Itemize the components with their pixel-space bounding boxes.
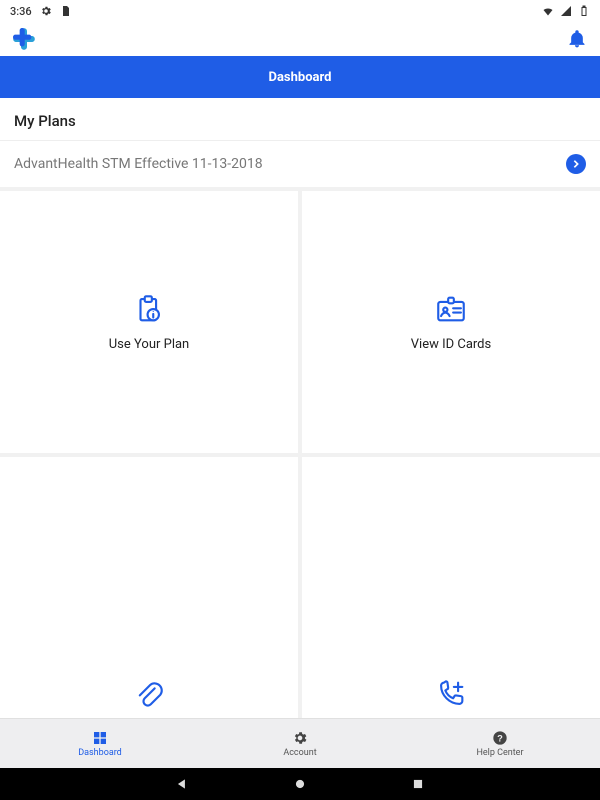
- attachments-card[interactable]: [0, 457, 298, 719]
- status-right: [542, 5, 590, 17]
- cell-signal-icon: [560, 5, 572, 17]
- chevron-right-icon: [571, 159, 581, 169]
- use-your-plan-card[interactable]: Use Your Plan: [0, 191, 298, 453]
- recents-button[interactable]: [409, 775, 427, 793]
- home-button[interactable]: [291, 775, 309, 793]
- clipboard-info-icon: [131, 291, 167, 327]
- card-label: Use Your Plan: [109, 337, 189, 352]
- phone-plus-icon: [433, 676, 469, 712]
- page-title-banner: Dashboard: [0, 56, 600, 98]
- square-recents-icon: [411, 777, 425, 791]
- page-title: Dashboard: [269, 70, 332, 85]
- android-softkeys: [0, 768, 600, 800]
- status-time: 3:36: [10, 5, 32, 18]
- plan-row[interactable]: AdvantHealth STM Effective 11-13-2018: [0, 141, 600, 191]
- gear-icon: [292, 730, 308, 746]
- nav-dashboard[interactable]: Dashboard: [40, 730, 160, 758]
- circle-home-icon: [293, 777, 307, 791]
- app-root: 3:36: [0, 0, 600, 800]
- back-button[interactable]: [173, 775, 191, 793]
- paperclip-icon: [131, 676, 167, 712]
- id-card-icon: [433, 291, 469, 327]
- notifications-button[interactable]: [566, 28, 588, 50]
- wifi-icon: [542, 5, 554, 17]
- bell-icon: [567, 29, 587, 49]
- grid-icon: [92, 730, 108, 746]
- status-left: 3:36: [10, 5, 72, 18]
- app-bar: [0, 22, 600, 56]
- svg-text:?: ?: [497, 733, 503, 743]
- plan-chevron: [566, 154, 586, 174]
- triangle-back-icon: [175, 777, 189, 791]
- nav-account[interactable]: Account: [240, 730, 360, 758]
- help-icon: ?: [492, 730, 508, 746]
- cards-grid: Use Your Plan View ID Cards: [0, 191, 600, 718]
- plan-name: AdvantHealth STM Effective 11-13-2018: [14, 156, 263, 172]
- status-bar: 3:36: [0, 0, 600, 22]
- app-logo-icon: [12, 27, 36, 51]
- view-id-cards-card[interactable]: View ID Cards: [302, 191, 600, 453]
- nav-label: Account: [283, 748, 316, 758]
- nav-help[interactable]: ? Help Center: [440, 730, 560, 758]
- nav-label: Dashboard: [78, 748, 122, 758]
- settings-gear-icon: [40, 5, 52, 17]
- bottom-nav: Dashboard Account ? Help Center: [0, 718, 600, 768]
- add-call-card[interactable]: [302, 457, 600, 719]
- battery-icon: [578, 5, 590, 17]
- nav-label: Help Center: [476, 748, 523, 758]
- card-label: View ID Cards: [411, 337, 491, 352]
- sim-card-icon: [60, 5, 72, 17]
- section-title: My Plans: [0, 98, 600, 141]
